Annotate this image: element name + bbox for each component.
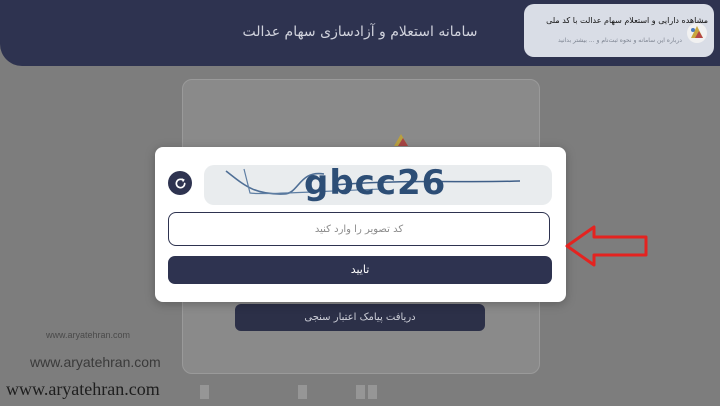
captcha-text: gbcc26 <box>304 165 447 203</box>
sms-verification-button[interactable]: دریافت پیامک اعتبار سنجی <box>235 304 485 331</box>
overlay-logo-icon <box>687 23 707 43</box>
captcha-modal: gbcc26 تایید <box>155 147 566 302</box>
background-tab <box>200 385 209 399</box>
brand-logo-icon <box>394 134 408 146</box>
watermark-mid: www.aryatehran.com <box>30 354 161 370</box>
confirm-button[interactable]: تایید <box>168 256 552 284</box>
background-tab <box>356 385 365 399</box>
watermark-large: www.aryatehran.com <box>6 379 160 399</box>
screenshot: سامانه استعلام و آزادسازی سهام عدالت دری… <box>0 0 720 406</box>
captcha-image: gbcc26 <box>204 165 552 205</box>
background-tab <box>298 385 307 399</box>
captcha-input[interactable] <box>168 212 550 246</box>
overlay-subtitle: درباره این سامانه و نحوه ثبت‌نام و ... ب… <box>558 37 682 44</box>
page-title: سامانه استعلام و آزادسازی سهام عدالت <box>242 24 478 40</box>
red-arrow-icon <box>565 225 648 267</box>
watermark-small: www.aryatehran.com <box>46 330 131 340</box>
overlay-title: مشاهده دارایی و استعلام سهام عدالت با کد… <box>546 16 708 25</box>
refresh-icon <box>175 177 186 188</box>
refresh-captcha-button[interactable] <box>168 171 192 195</box>
background-tab <box>368 385 377 399</box>
